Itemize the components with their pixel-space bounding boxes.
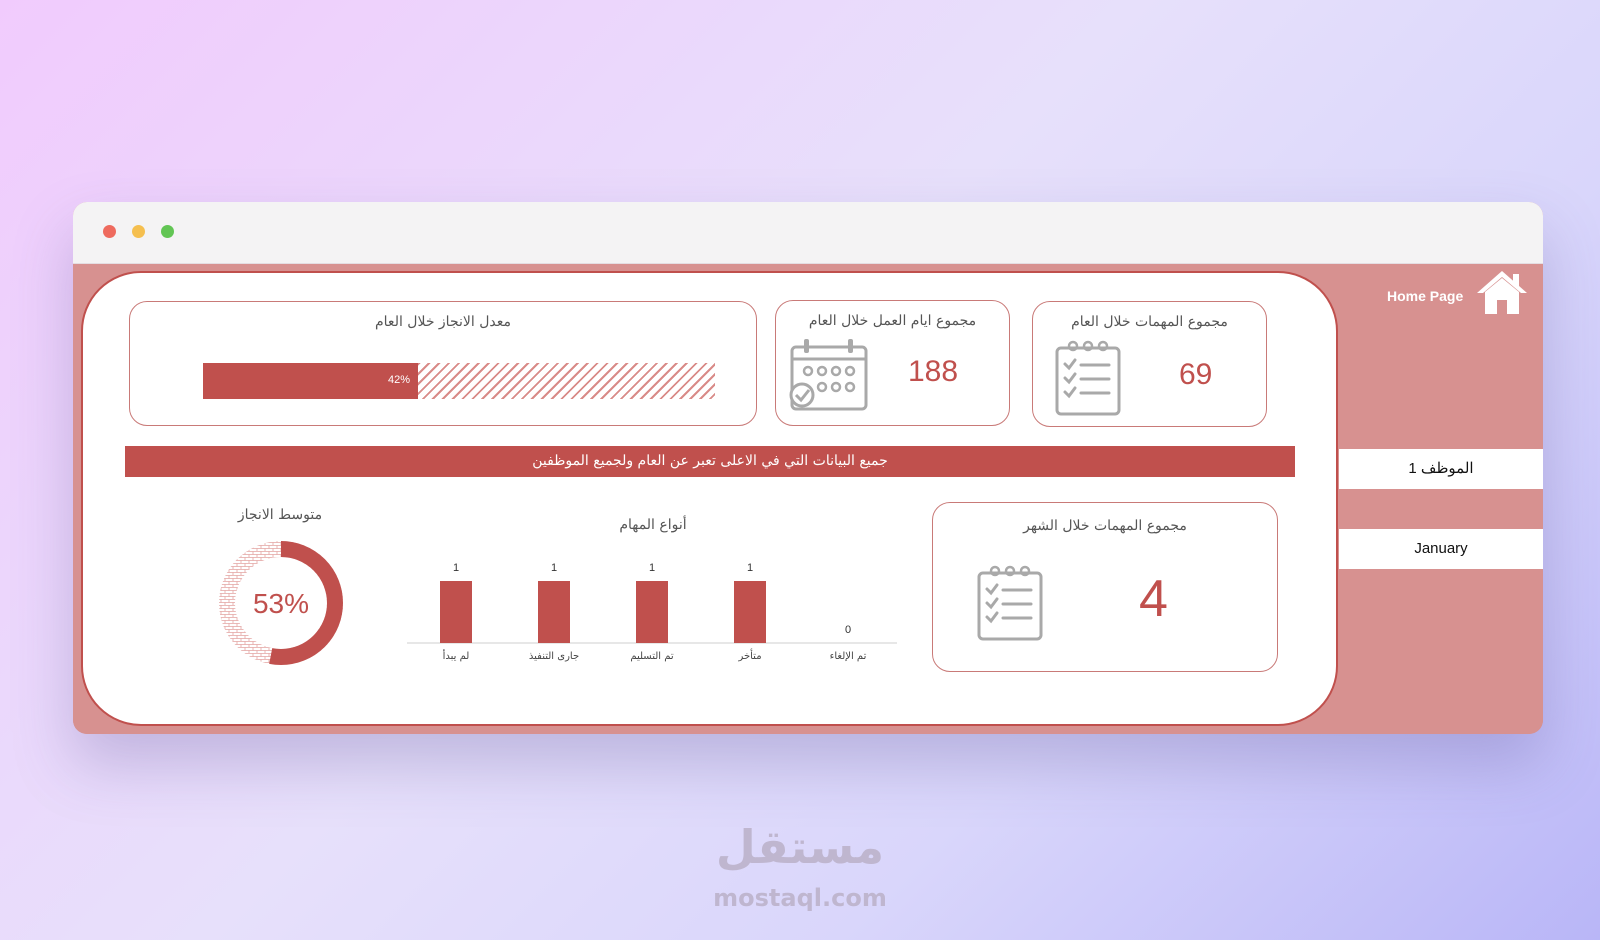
employee-selector[interactable]: الموظف 1 xyxy=(1339,449,1543,489)
chart-data-label: 1 xyxy=(551,562,557,574)
chart-data-label: 1 xyxy=(747,562,753,574)
app-window: معدل الانجاز خلال العام 42% مجموع ايام ا… xyxy=(73,202,1543,734)
info-banner: جميع البيانات التي في الاعلى تعبر عن الع… xyxy=(125,446,1295,477)
checklist-icon xyxy=(977,565,1043,641)
minimize-window-button[interactable] xyxy=(132,225,145,238)
chart-bar xyxy=(734,581,766,643)
checklist-icon xyxy=(1055,340,1121,416)
avg-completion-donut: 53% xyxy=(219,541,343,665)
chart-tick-label: تم التسليم xyxy=(630,651,674,662)
annual-tasks-card: مجموع المهمات خلال العام 69 xyxy=(1032,301,1267,427)
dashboard-content: معدل الانجاز خلال العام 42% مجموع ايام ا… xyxy=(73,264,1543,734)
annual-progress-fill: 42% xyxy=(203,363,419,399)
annual-tasks-value: 69 xyxy=(1179,358,1213,391)
watermark-latin: mostaql.com xyxy=(713,884,887,912)
work-days-card: مجموع ايام العمل خلال العام 188 xyxy=(775,300,1010,426)
work-days-value: 188 xyxy=(908,355,959,388)
annual-progress-card: معدل الانجاز خلال العام 42% xyxy=(129,301,757,426)
title-bar xyxy=(73,202,1543,264)
calendar-icon xyxy=(789,339,868,411)
watermark-arabic: مستقل xyxy=(715,820,885,874)
avg-completion-title: متوسط الانجاز xyxy=(237,507,323,523)
maximize-window-button[interactable] xyxy=(161,225,174,238)
chart-tick-label: لم يبدأ xyxy=(443,649,470,662)
monthly-tasks-card: مجموع المهمات خلال الشهر 4 xyxy=(932,502,1278,672)
chart-bar xyxy=(538,581,570,643)
chart-tick-label: جارى التنفيذ xyxy=(529,651,579,662)
annual-tasks-title: مجموع المهمات خلال العام xyxy=(1071,314,1228,330)
close-window-button[interactable] xyxy=(103,225,116,238)
chart-data-label: 1 xyxy=(649,562,655,574)
home-page-label: Home Page xyxy=(1387,288,1464,304)
dashboard-panel: معدل الانجاز خلال العام 42% مجموع ايام ا… xyxy=(81,271,1338,726)
chart-data-label: 1 xyxy=(453,562,459,574)
chart-bar xyxy=(440,581,472,643)
annual-progress-label: 42% xyxy=(388,374,411,386)
monthly-tasks-title: مجموع المهمات خلال الشهر xyxy=(1023,518,1187,534)
work-days-title: مجموع ايام العمل خلال العام xyxy=(808,313,977,329)
home-icon xyxy=(1477,271,1527,314)
annual-progress-title: معدل الانجاز خلال العام xyxy=(375,314,511,330)
chart-tick-label: متأخر xyxy=(737,648,761,662)
task-types-title: أنواع المهام xyxy=(619,517,687,533)
task-types-chart: 1 لم يبدأ 1 جارى التنفيذ 1 تم التسليم 1 متأخر 0 ت… xyxy=(407,562,897,662)
home-page-link[interactable]: Home Page xyxy=(1373,268,1533,318)
monthly-tasks-value: 4 xyxy=(1139,570,1168,628)
avg-completion-label: 53% xyxy=(253,588,309,619)
chart-data-label: 0 xyxy=(845,624,851,636)
month-selector[interactable]: January xyxy=(1339,529,1543,569)
chart-tick-label: تم الإلغاء xyxy=(830,651,867,662)
annual-progress-bar: 42% xyxy=(203,363,715,399)
chart-bar xyxy=(636,581,668,643)
